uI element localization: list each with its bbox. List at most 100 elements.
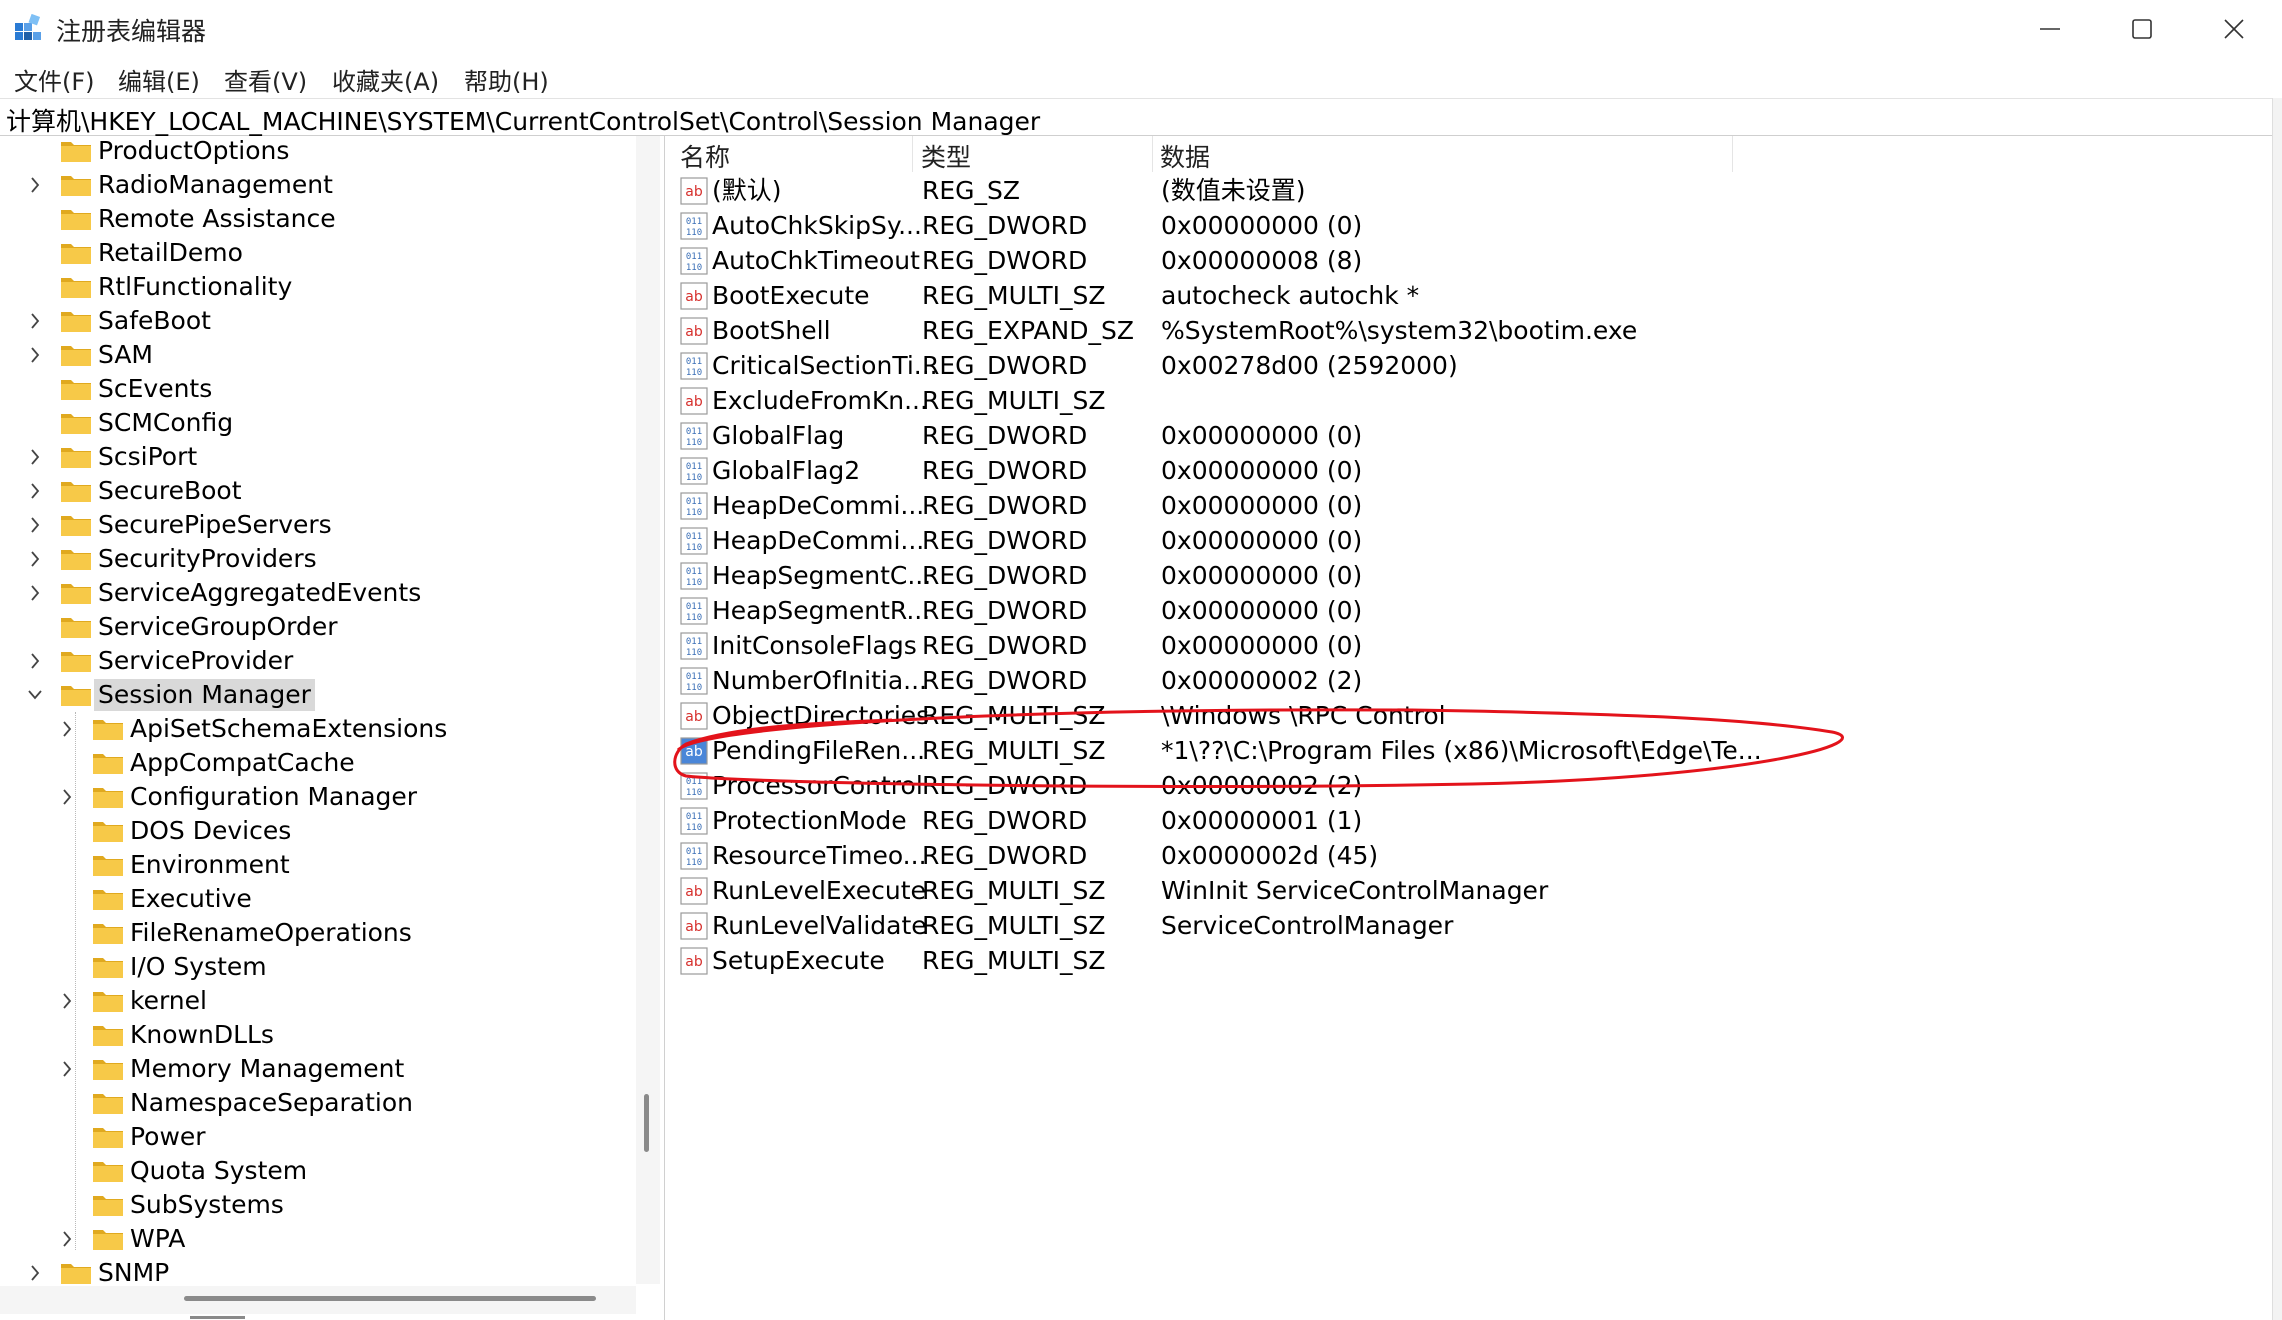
key-tree-pane[interactable]: ProductOptions RadioManagement Remote Assi… <box>0 136 665 1320</box>
registry-value-row[interactable]: 011 110 ResourceTimeo... REG_DWORD 0x0000002… <box>672 839 2272 874</box>
registry-value-row[interactable]: ab RunLevelExecute REG_MULTI_SZ WinInit Ser… <box>672 874 2272 909</box>
registry-value-row[interactable]: ab ExcludeFromKn... REG_MULTI_SZ <box>672 384 2272 419</box>
value-type: REG_DWORD <box>922 561 1088 590</box>
value-data: 0x00000000 (0) <box>1161 211 1363 240</box>
tree-item-label: Session Manager <box>94 679 315 711</box>
registry-value-row[interactable]: 011 110 AutoChkSkipSy... REG_DWORD 0x0000000… <box>672 209 2272 244</box>
chevron-right-icon[interactable] <box>26 168 44 202</box>
registry-value-row[interactable]: 011 110 ProcessorControl REG_DWORD 0x0000000… <box>672 769 2272 804</box>
value-type: REG_MULTI_SZ <box>922 736 1106 765</box>
menu-edit[interactable]: 编辑(E) <box>118 62 200 97</box>
registry-value-row[interactable]: 011 110 AutoChkTimeout REG_DWORD 0x00000008 … <box>672 244 2272 279</box>
tree-horizontal-scroll-thumb[interactable] <box>184 1296 596 1301</box>
tree-item-label: NamespaceSeparation <box>130 1088 414 1117</box>
column-header-data[interactable]: 数据 <box>1160 138 1210 174</box>
registry-value-row[interactable]: ab PendingFileRen... REG_MULTI_SZ *1\??\C:\… <box>672 734 2272 769</box>
chevron-right-icon[interactable] <box>26 338 44 372</box>
column-separator[interactable] <box>1152 136 1153 172</box>
registry-value-row[interactable]: 011 110 NumberOfInitia... REG_DWORD 0x000000… <box>672 664 2272 699</box>
folder-icon <box>61 652 91 672</box>
registry-value-row[interactable]: ab SetupExecute REG_MULTI_SZ <box>672 944 2272 979</box>
menu-help[interactable]: 帮助(H) <box>464 62 549 97</box>
chevron-right-icon[interactable] <box>26 542 44 576</box>
value-type: REG_MULTI_SZ <box>922 281 1106 310</box>
registry-value-row[interactable]: 011 110 InitConsoleFlags REG_DWORD 0x0000000… <box>672 629 2272 664</box>
registry-value-row[interactable]: ab BootShell REG_EXPAND_SZ %SystemRoot%\sys… <box>672 314 2272 349</box>
value-data: ServiceControlManager <box>1161 911 1454 940</box>
chevron-right-icon[interactable] <box>26 508 44 542</box>
column-header-type[interactable]: 类型 <box>921 138 971 174</box>
tree-item-label: ServiceGroupOrder <box>98 612 338 641</box>
value-type: REG_MULTI_SZ <box>922 946 1106 975</box>
chevron-right-icon[interactable] <box>26 1256 44 1290</box>
tree-item-label: AppCompatCache <box>130 748 355 777</box>
tree-vertical-scrollbar[interactable] <box>636 136 660 1284</box>
address-path[interactable]: 计算机\HKEY_LOCAL_MACHINE\SYSTEM\CurrentCon… <box>6 102 1040 138</box>
registry-value-row[interactable]: 011 110 HeapSegmentC... REG_DWORD 0x00000000… <box>672 559 2272 594</box>
binary-value-icon: 011110 <box>680 352 708 380</box>
tree-scroll-indicator <box>190 1316 245 1319</box>
registry-value-row[interactable]: 011 110 GlobalFlag2 REG_DWORD 0x00000000 (0) <box>672 454 2272 489</box>
folder-icon <box>61 176 91 196</box>
chevron-right-icon[interactable] <box>58 984 76 1018</box>
value-type: REG_DWORD <box>922 771 1088 800</box>
value-name: (默认) <box>712 176 782 205</box>
maximize-button[interactable] <box>2096 0 2188 58</box>
chevron-right-icon[interactable] <box>58 1222 76 1256</box>
menu-file[interactable]: 文件(F) <box>14 62 95 97</box>
registry-value-row[interactable]: ab (默认) REG_SZ (数值未设置) <box>672 174 2272 209</box>
registry-value-row[interactable]: ab BootExecute REG_MULTI_SZ autocheck autoc… <box>672 279 2272 314</box>
value-type: REG_SZ <box>922 176 1021 205</box>
chevron-down-icon[interactable] <box>26 678 44 712</box>
registry-value-row[interactable]: ab ObjectDirectories REG_MULTI_SZ \Windows … <box>672 699 2272 734</box>
string-value-icon: ab <box>680 177 708 205</box>
tree-item-label: RadioManagement <box>98 170 333 199</box>
svg-text:110: 110 <box>686 683 702 693</box>
values-list-pane[interactable]: 名称 类型 数据 ab (默认) REG_SZ (数值未设置) 011 110 AutoCh… <box>672 136 2272 1320</box>
tree-item-label: SecurePipeServers <box>98 510 332 539</box>
tree-vertical-scroll-thumb[interactable] <box>644 1094 649 1152</box>
registry-value-row[interactable]: 011 110 CriticalSectionTi... REG_DWORD 0x002… <box>672 349 2272 384</box>
chevron-right-icon[interactable] <box>58 780 76 814</box>
chevron-right-icon[interactable] <box>26 440 44 474</box>
chevron-right-icon[interactable] <box>58 1052 76 1086</box>
registry-value-row[interactable]: 011 110 HeapSegmentR... REG_DWORD 0x00000000… <box>672 594 2272 629</box>
column-separator[interactable] <box>1732 136 1733 172</box>
chevron-right-icon[interactable] <box>26 576 44 610</box>
menu-view[interactable]: 查看(V) <box>224 62 307 97</box>
column-separator[interactable] <box>912 136 913 172</box>
column-header-name[interactable]: 名称 <box>680 138 730 174</box>
menu-favorites[interactable]: 收藏夹(A) <box>332 62 439 97</box>
tree-item-label: WPA <box>130 1224 186 1253</box>
folder-icon <box>93 958 123 978</box>
value-type: REG_DWORD <box>922 421 1088 450</box>
tree-horizontal-scrollbar[interactable] <box>0 1286 636 1314</box>
minimize-button[interactable] <box>2004 0 2096 58</box>
registry-editor-app-icon <box>15 14 41 40</box>
folder-icon <box>61 210 91 230</box>
chevron-right-icon[interactable] <box>26 644 44 678</box>
tree-item-label: ScsiPort <box>98 442 198 471</box>
registry-value-row[interactable]: 011 110 HeapDeCommi... REG_DWORD 0x00000000 … <box>672 524 2272 559</box>
address-bar[interactable]: 计算机\HKEY_LOCAL_MACHINE\SYSTEM\CurrentCon… <box>0 98 2282 136</box>
chevron-right-icon[interactable] <box>26 304 44 338</box>
registry-value-row[interactable]: 011 110 ProtectionMode REG_DWORD 0x00000001 … <box>672 804 2272 839</box>
string-value-icon: ab <box>680 737 708 765</box>
folder-icon <box>61 584 91 604</box>
folder-icon <box>93 788 123 808</box>
close-button[interactable] <box>2188 0 2280 58</box>
title-bar[interactable]: 注册表编辑器 <box>0 0 2282 58</box>
registry-value-row[interactable]: ab RunLevelValidate REG_MULTI_SZ ServiceCon… <box>672 909 2272 944</box>
registry-value-row[interactable]: 011 110 GlobalFlag REG_DWORD 0x00000000 (0) <box>672 419 2272 454</box>
svg-text:011: 011 <box>686 847 702 857</box>
binary-value-icon: 011110 <box>680 212 708 240</box>
registry-value-row[interactable]: 011 110 HeapDeCommi... REG_DWORD 0x00000000 … <box>672 489 2272 524</box>
chevron-right-icon[interactable] <box>58 712 76 746</box>
chevron-right-icon[interactable] <box>26 474 44 508</box>
value-type: REG_DWORD <box>922 666 1088 695</box>
maximize-icon <box>2132 19 2152 39</box>
svg-text:011: 011 <box>686 567 702 577</box>
svg-text:110: 110 <box>686 228 702 238</box>
value-name: HeapSegmentR... <box>712 596 931 625</box>
binary-value-icon: 011110 <box>680 492 708 520</box>
